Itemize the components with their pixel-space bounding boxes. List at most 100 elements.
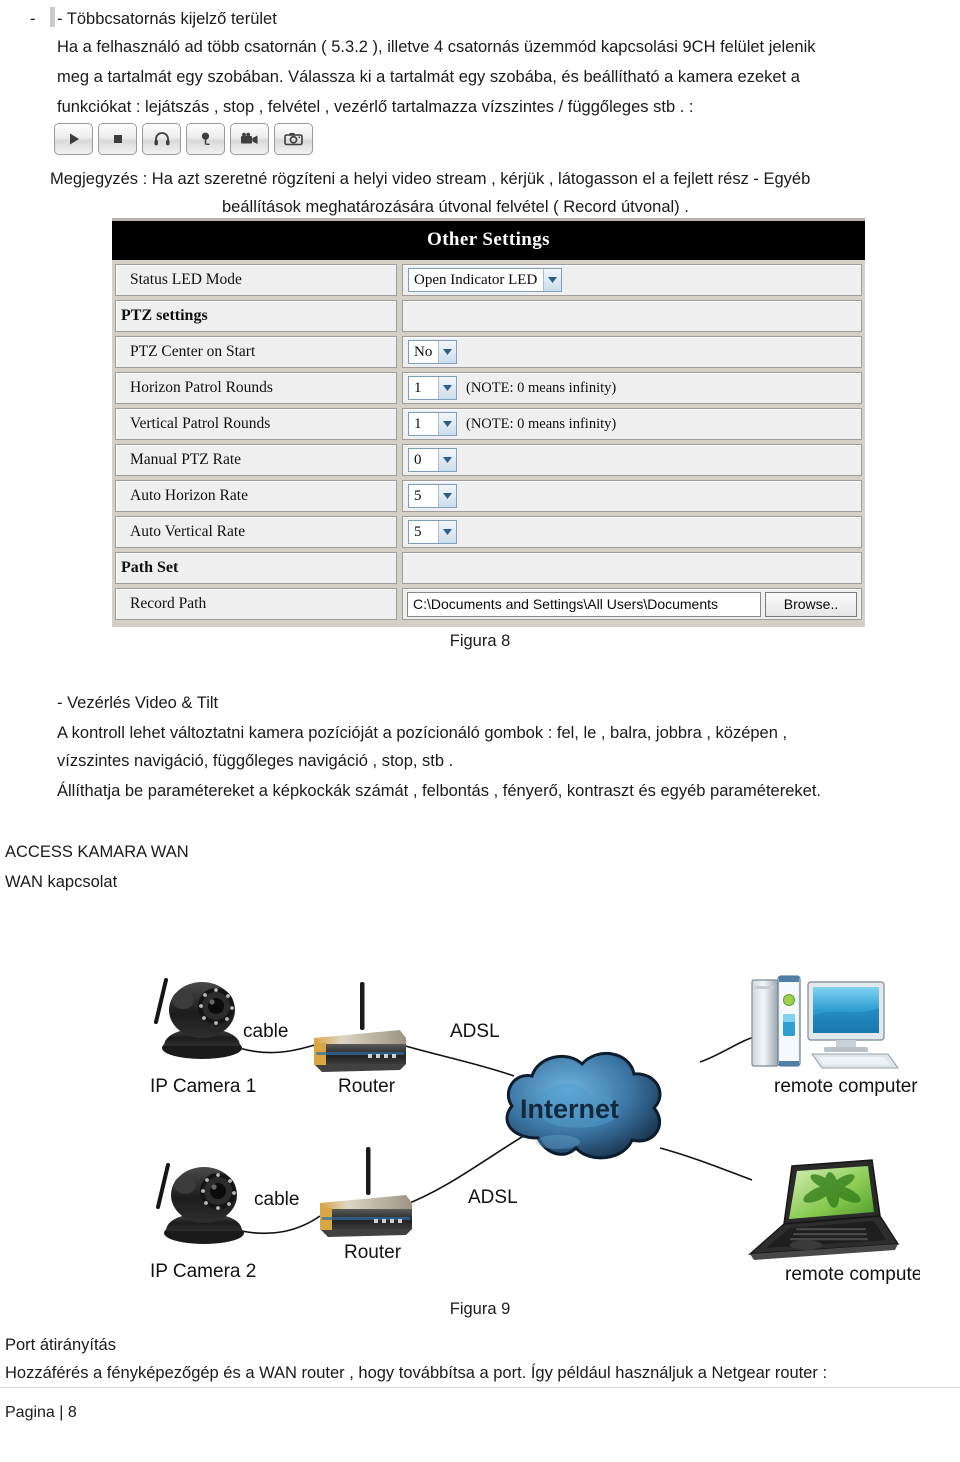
video-camera-icon bbox=[240, 132, 260, 146]
ip-camera-1-label: IP Camera 1 bbox=[150, 1076, 256, 1097]
setting-note: (NOTE: 0 means infinity) bbox=[466, 415, 617, 432]
table-row: Vertical Patrol Rounds 1 (NOTE: 0 means … bbox=[115, 408, 862, 440]
router-1-icon bbox=[314, 982, 406, 1072]
ip-camera-1-icon bbox=[154, 978, 242, 1059]
table-row: Auto Vertical Rate 5 bbox=[115, 516, 862, 548]
access-wan-title: ACCESS KAMARA WAN bbox=[5, 843, 189, 861]
chevron-down-icon bbox=[438, 377, 456, 399]
browse-button[interactable]: Browse.. bbox=[765, 591, 857, 617]
setting-label: Auto Horizon Rate bbox=[115, 480, 397, 512]
setting-section-label: PTZ settings bbox=[115, 300, 397, 332]
table-row: Path Set bbox=[115, 552, 862, 584]
microphone-icon bbox=[198, 131, 214, 147]
table-row: Status LED Mode Open Indicator LED bbox=[115, 264, 862, 296]
setting-note: (NOTE: 0 means infinity) bbox=[466, 379, 617, 396]
record-video-button[interactable] bbox=[230, 123, 269, 155]
chevron-down-icon bbox=[438, 449, 456, 471]
control-line2: vízszintes navigáció, függőleges navigác… bbox=[57, 752, 454, 770]
paragraph1-line1: Ha a felhasználó ad több csatornán ( 5.3… bbox=[57, 38, 816, 56]
table-row: Manual PTZ Rate 0 bbox=[115, 444, 862, 476]
record-path-input[interactable]: C:\Documents and Settings\All Users\Docu… bbox=[407, 591, 761, 617]
note-line1: Megjegyzés : Ha azt szeretné rögzíteni a… bbox=[50, 170, 811, 188]
setting-value: 5 bbox=[402, 480, 862, 512]
setting-value-empty bbox=[402, 300, 862, 332]
audio-headphones-icon bbox=[153, 131, 171, 147]
control-line3: Állíthatja be paramétereket a képkockák … bbox=[57, 782, 821, 800]
remote-computer-label-2: remote computer bbox=[785, 1264, 920, 1285]
setting-value: No bbox=[402, 336, 862, 368]
snapshot-button[interactable] bbox=[274, 123, 313, 155]
ptz-center-on-start-select[interactable]: No bbox=[408, 340, 458, 364]
remote-computer-label-1: remote computer bbox=[774, 1076, 918, 1097]
manual-ptz-rate-select[interactable]: 0 bbox=[408, 448, 457, 472]
table-row: PTZ settings bbox=[115, 300, 862, 332]
status-led-mode-select[interactable]: Open Indicator LED bbox=[408, 268, 563, 292]
setting-label: Auto Vertical Rate bbox=[115, 516, 397, 548]
footer-divider bbox=[0, 1387, 960, 1388]
setting-label: Horizon Patrol Rounds bbox=[115, 372, 397, 404]
paragraph1-line2: meg a tartalmát egy szobában. Válassza k… bbox=[57, 68, 800, 86]
chevron-down-icon bbox=[438, 413, 456, 435]
vertical-patrol-rounds-select[interactable]: 1 bbox=[408, 412, 457, 436]
audio-button[interactable] bbox=[142, 123, 181, 155]
camera-control-toolbar[interactable] bbox=[54, 123, 313, 155]
setting-value: 1 (NOTE: 0 means infinity) bbox=[402, 372, 862, 404]
page-heading: - Többcsatornás kijelző terület bbox=[57, 10, 277, 28]
play-icon bbox=[66, 131, 82, 147]
text-cursor-mark bbox=[50, 7, 55, 27]
setting-value: 5 bbox=[402, 516, 862, 548]
ip-camera-2-label: IP Camera 2 bbox=[150, 1261, 256, 1282]
bullet-dash: - bbox=[30, 10, 36, 28]
internet-label: Internet bbox=[520, 1094, 619, 1124]
adsl-label-2: ADSL bbox=[468, 1187, 518, 1208]
setting-value: C:\Documents and Settings\All Users\Docu… bbox=[402, 588, 862, 620]
adsl-label-1: ADSL bbox=[450, 1021, 500, 1042]
setting-value: 1 (NOTE: 0 means infinity) bbox=[402, 408, 862, 440]
other-settings-rows: Status LED Mode Open Indicator LED PTZ s… bbox=[112, 260, 865, 625]
setting-label: Manual PTZ Rate bbox=[115, 444, 397, 476]
control-section-title: - Vezérlés Video & Tilt bbox=[57, 694, 219, 712]
setting-value: 0 bbox=[402, 444, 862, 476]
router-2-label: Router bbox=[344, 1242, 402, 1263]
auto-horizon-rate-select[interactable]: 5 bbox=[408, 484, 457, 508]
photo-camera-icon bbox=[284, 132, 303, 146]
router-2-icon bbox=[320, 1147, 412, 1237]
remote-desktop-computer-icon bbox=[751, 975, 900, 1069]
wan-connection-subtitle: WAN kapcsolat bbox=[5, 873, 118, 891]
cable-label-2: cable bbox=[254, 1189, 299, 1210]
stop-icon bbox=[110, 131, 126, 147]
setting-label: Record Path bbox=[115, 588, 397, 620]
chevron-down-icon bbox=[543, 269, 562, 291]
router-1-label: Router bbox=[338, 1076, 396, 1097]
setting-section-label: Path Set bbox=[115, 552, 397, 584]
chevron-down-icon bbox=[438, 521, 456, 543]
ip-camera-2-icon bbox=[156, 1163, 244, 1244]
port-forwarding-line1: Hozzáférés a fényképezőgép és a WAN rout… bbox=[5, 1364, 828, 1382]
chevron-down-icon bbox=[438, 341, 457, 363]
remote-laptop-icon bbox=[747, 1159, 900, 1260]
other-settings-panel: Other Settings Status LED Mode Open Indi… bbox=[112, 218, 865, 627]
paragraph1-line3: funkciókat : lejátszás , stop , felvétel… bbox=[57, 98, 694, 116]
internet-cloud-icon: Internet bbox=[505, 1052, 662, 1160]
setting-label: Vertical Patrol Rounds bbox=[115, 408, 397, 440]
setting-label: Status LED Mode bbox=[115, 264, 397, 296]
page-footer: Pagina | 8 bbox=[5, 1404, 77, 1421]
figure9-caption: Figura 9 bbox=[449, 1300, 511, 1318]
setting-value: Open Indicator LED bbox=[402, 264, 862, 296]
microphone-button[interactable] bbox=[186, 123, 225, 155]
setting-value-empty bbox=[402, 552, 862, 584]
setting-label: PTZ Center on Start bbox=[115, 336, 397, 368]
stop-button[interactable] bbox=[98, 123, 137, 155]
auto-vertical-rate-select[interactable]: 5 bbox=[408, 520, 457, 544]
cable-label-1: cable bbox=[243, 1021, 288, 1042]
chevron-down-icon bbox=[438, 485, 456, 507]
wan-network-diagram: IP Camera 1 cable Router ADSL Internet r… bbox=[140, 940, 920, 1300]
table-row: Record Path C:\Documents and Settings\Al… bbox=[115, 588, 862, 620]
port-forwarding-title: Port átirányítás bbox=[5, 1336, 116, 1354]
horizon-patrol-rounds-select[interactable]: 1 bbox=[408, 376, 457, 400]
figure8-caption: Figura 8 bbox=[449, 632, 511, 650]
control-line1: A kontroll lehet változtatni kamera pozí… bbox=[57, 724, 788, 742]
table-row: Auto Horizon Rate 5 bbox=[115, 480, 862, 512]
table-row: PTZ Center on Start No bbox=[115, 336, 862, 368]
play-button[interactable] bbox=[54, 123, 93, 155]
